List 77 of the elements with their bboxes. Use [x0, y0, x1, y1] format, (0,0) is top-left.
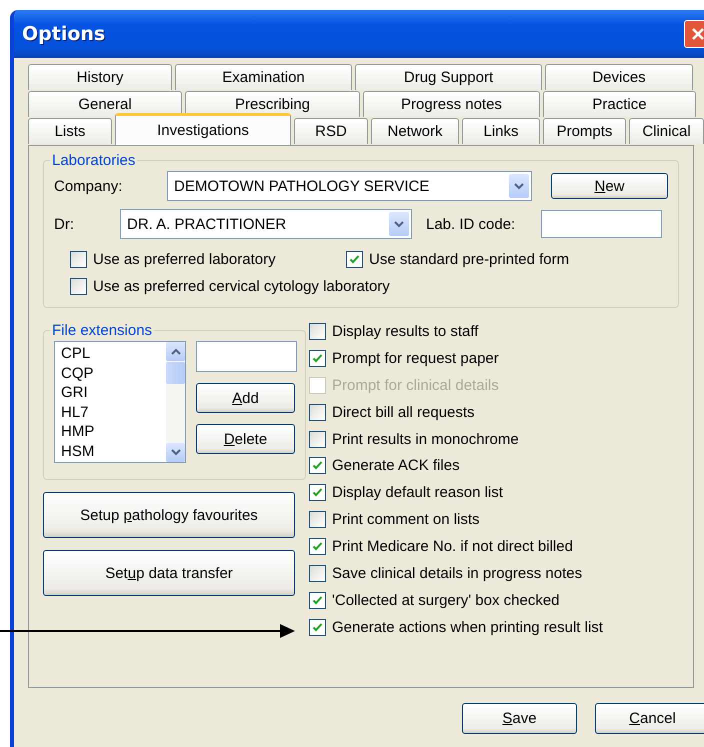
- tab[interactable]: Devices: [545, 64, 693, 90]
- list-item[interactable]: CPL: [61, 344, 166, 364]
- checkbox[interactable]: [309, 618, 326, 636]
- lab-id-field[interactable]: [541, 210, 662, 238]
- checkbox-label: Print comment on lists: [332, 511, 480, 528]
- extension-field[interactable]: [196, 341, 297, 372]
- list-item[interactable]: GRI: [61, 383, 166, 402]
- close-button[interactable]: [684, 20, 704, 48]
- checkbox-label: Prompt for request paper: [332, 350, 499, 367]
- checkbox-label: Use as preferred cervical cytology laboratory: [93, 278, 390, 295]
- list-item[interactable]: CQP: [61, 364, 166, 383]
- checkbox[interactable]: [309, 404, 326, 421]
- checkbox[interactable]: [309, 592, 326, 609]
- checkbox[interactable]: [309, 457, 326, 474]
- checkbox-label: Display results to staff: [332, 323, 478, 340]
- dialog-button[interactable]: Save: [462, 703, 577, 734]
- field-label: Lab. ID code:: [426, 216, 516, 232]
- setup-button[interactable]: Setup pathology favourites: [43, 492, 295, 538]
- scroll-down-icon[interactable]: [166, 443, 185, 462]
- doctor-dropdown[interactable]: DR. A. PRACTITIONER: [120, 209, 412, 239]
- list-item[interactable]: HSM: [61, 442, 166, 461]
- scroll-up-icon[interactable]: [166, 342, 185, 361]
- scroll-thumb[interactable]: [166, 362, 185, 384]
- checkbox-label: Generate actions when printing result list: [332, 618, 603, 636]
- checkbox-label: Prompt for clinical details: [332, 376, 499, 394]
- checkbox[interactable]: [309, 484, 326, 502]
- tab[interactable]: RSD: [294, 118, 368, 144]
- tab[interactable]: General: [28, 91, 182, 117]
- tab[interactable]: Links: [462, 118, 540, 144]
- checkbox[interactable]: [309, 350, 326, 367]
- field-label: Company:: [54, 178, 124, 194]
- scrollbar[interactable]: [166, 342, 185, 462]
- setup-button[interactable]: Setup data transfer: [43, 550, 295, 596]
- checkbox-label: Print Medicare No. if not direct billed: [332, 538, 573, 556]
- company-dropdown[interactable]: DEMOTOWN PATHOLOGY SERVICE: [167, 171, 532, 201]
- tab[interactable]: Practice: [543, 91, 696, 117]
- checkbox[interactable]: [309, 538, 326, 556]
- checkbox[interactable]: [309, 565, 326, 582]
- check-icon: [311, 620, 324, 634]
- checkbox[interactable]: [346, 251, 363, 268]
- checkbox-label: Generate ACK files: [332, 457, 460, 474]
- add-button[interactable]: Add: [196, 383, 295, 413]
- checkbox[interactable]: [309, 511, 326, 528]
- tab[interactable]: Progress notes: [363, 91, 540, 117]
- checkbox-label: 'Collected at surgery' box checked: [332, 592, 560, 609]
- tab[interactable]: Drug Support: [355, 64, 542, 90]
- tab[interactable]: Prescribing: [185, 91, 360, 117]
- checkbox[interactable]: [309, 323, 326, 340]
- list-item[interactable]: HMP: [61, 422, 166, 442]
- checkbox-label: Use as preferred laboratory: [93, 251, 276, 268]
- checkbox[interactable]: [70, 278, 87, 295]
- list-item[interactable]: HL7: [61, 402, 166, 422]
- check-icon: [311, 352, 324, 365]
- tab[interactable]: Network: [371, 118, 459, 144]
- tab[interactable]: History: [28, 64, 172, 90]
- dialog-button[interactable]: Cancel: [595, 703, 704, 734]
- new-button[interactable]: New: [551, 173, 668, 199]
- checkbox-label: Print results in monochrome: [332, 430, 519, 448]
- tab[interactable]: Prompts: [543, 118, 626, 144]
- checkbox-label: Display default reason list: [332, 484, 503, 502]
- group-title: Laboratories: [51, 152, 136, 169]
- delete-button[interactable]: Delete: [196, 424, 295, 454]
- checkbox-label: Direct bill all requests: [332, 404, 475, 421]
- checkbox-label: Use standard pre-printed form: [369, 251, 570, 268]
- tab[interactable]: Clinical: [629, 118, 704, 144]
- tab[interactable]: Examination: [175, 64, 352, 90]
- checkbox[interactable]: [309, 430, 326, 448]
- field-label: Dr:: [54, 216, 75, 232]
- window-title: Options: [22, 23, 106, 45]
- check-icon: [311, 594, 324, 607]
- checkbox-label: Save clinical details in progress notes: [332, 565, 582, 582]
- checkbox[interactable]: [70, 251, 87, 268]
- close-icon: [691, 27, 704, 41]
- tab[interactable]: Investigations: [115, 113, 291, 145]
- check-icon: [348, 253, 361, 266]
- group-title: File extensions: [51, 322, 154, 339]
- tab[interactable]: Lists: [28, 118, 112, 144]
